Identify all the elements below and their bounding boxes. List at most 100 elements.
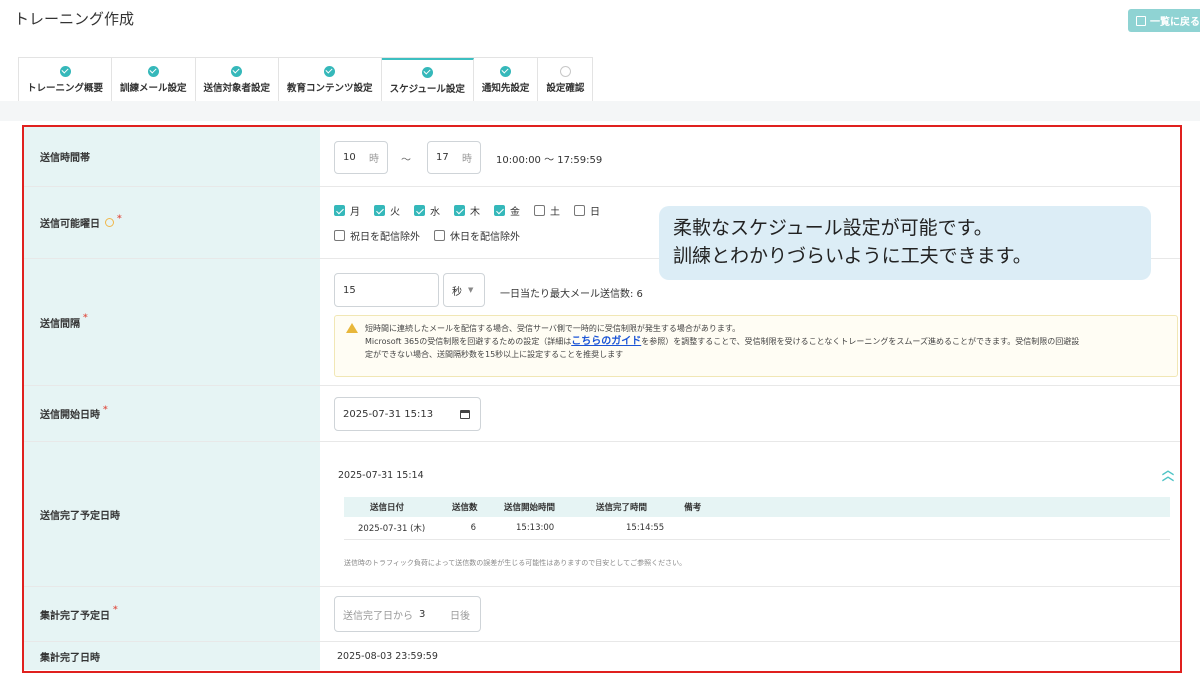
range-tilde: 〜	[401, 155, 411, 166]
aggregate-days-value: 3	[419, 608, 426, 620]
notice-line-1: 短時間に連続したメールを配信する場合、受信サーバ側で一時的に受信制限が発生する場…	[365, 324, 741, 333]
cell-remarks	[674, 517, 1170, 540]
tab-label: スケジュール設定	[389, 83, 465, 95]
start-datetime-value: 2025-07-31 15:13	[343, 408, 434, 420]
start-datetime-input[interactable]: 2025-07-31 15:13	[334, 397, 481, 431]
weekday-thu-checkbox[interactable]: 木	[454, 203, 480, 218]
tab-label: 通知先設定	[481, 82, 530, 94]
tab-label: トレーニング概要	[27, 82, 104, 94]
back-to-list-label: 一覧に戻る	[1150, 17, 1200, 28]
max-per-day-text: 一日当たり最大メール送信数: 6	[500, 289, 643, 300]
interval-unit: 秒	[452, 286, 462, 298]
required-mark: *	[117, 213, 122, 224]
aggregate-days-input[interactable]: 送信完了日から 3 日後	[334, 596, 481, 632]
notice-line-3: 定ができない場合、送間隔秒数を15秒以上に設定することを推奨します	[365, 350, 624, 359]
notice-line-2: Microsoft 365の受信制限を回避するための設定（詳細はこちらのガイドを…	[365, 336, 1080, 347]
interval-value: 15	[343, 284, 356, 296]
collapse-chevron-icon[interactable]: ︿ ︿	[1162, 464, 1174, 482]
complete-schedule-label: 送信完了予定日時	[24, 442, 320, 586]
callout-line-1: 柔軟なスケジュール設定が可能です。	[673, 217, 993, 239]
check-circle-icon	[500, 65, 512, 77]
tab-label: 訓練メール設定	[120, 82, 187, 94]
weekday-wed-checkbox[interactable]: 水	[414, 203, 440, 218]
check-circle-icon	[421, 66, 433, 78]
interval-input[interactable]: 15	[334, 273, 439, 307]
row-aggregate-datetime: 集計完了日時 2025-08-03 23:59:59	[24, 642, 1180, 671]
table-row: 2025-07-31 (木) 6 15:13:00 15:14:55	[344, 517, 1170, 540]
time-window-label: 送信時間帯	[24, 127, 320, 186]
required-mark: *	[103, 404, 108, 415]
check-circle-icon	[59, 65, 71, 77]
start-datetime-label: 送信開始日時 *	[24, 386, 320, 441]
exclusion-checkboxes: 祝日を配信除外 休日を配信除外	[334, 228, 534, 243]
weekday-mon-checkbox[interactable]: 月	[334, 203, 360, 218]
start-hour-input[interactable]: 10 時	[334, 141, 388, 174]
col-start-time: 送信開始時間	[494, 497, 586, 517]
tab-recipients[interactable]: 送信対象者設定	[196, 58, 280, 101]
content-divider	[0, 101, 1200, 121]
time-range-text: 10:00:00 〜 17:59:59	[496, 155, 603, 166]
row-aggregate-days: 集計完了予定日 * 送信完了日から 3 日後	[24, 587, 1180, 642]
check-circle-icon	[147, 65, 159, 77]
tab-label: 教育コンテンツ設定	[287, 82, 373, 94]
guide-link[interactable]: こちらのガイド	[571, 336, 641, 347]
feature-callout: 柔軟なスケジュール設定が可能です。 訓練とわかりづらいように工夫できます。	[659, 206, 1151, 280]
row-time-window: 送信時間帯 10 時 〜 17 時 10:00:00 〜 17:59:59	[24, 127, 1180, 187]
interval-label: 送信間隔 *	[24, 259, 320, 385]
tab-notification[interactable]: 通知先設定	[474, 58, 539, 101]
hour-unit: 時	[462, 154, 472, 165]
row-complete-schedule: 送信完了予定日時 2025-07-31 15:14 送信日付 送信数 送信開始時…	[24, 442, 1180, 587]
aggregate-suffix: 日後	[450, 610, 470, 622]
col-end-time: 送信完了時間	[586, 497, 675, 517]
end-hour-value: 17	[436, 152, 449, 163]
list-icon	[1136, 15, 1146, 26]
weekday-fri-checkbox[interactable]: 金	[494, 203, 520, 218]
tab-label: 設定確認	[546, 82, 585, 94]
col-send-date: 送信日付	[344, 497, 442, 517]
cell-start-time: 15:13:00	[494, 517, 586, 540]
cell-send-date: 2025-07-31 (木)	[344, 517, 442, 540]
cell-end-time: 15:14:55	[586, 517, 675, 540]
weekday-checkboxes: 月 火 水 木 金 土 日	[334, 203, 614, 218]
interval-notice: 短時間に連続したメールを配信する場合、受信サーバ側で一時的に受信制限が発生する場…	[334, 315, 1178, 377]
exclude-holidays-checkbox[interactable]: 祝日を配信除外	[334, 228, 420, 243]
col-remarks: 備考	[674, 497, 1170, 517]
callout-line-2: 訓練とわかりづらいように工夫できます。	[673, 245, 1032, 267]
tab-schedule[interactable]: スケジュール設定	[381, 58, 474, 101]
aggregate-days-label: 集計完了予定日 *	[24, 587, 320, 641]
interval-unit-select[interactable]: 秒 ▼	[443, 273, 485, 307]
exclude-days-off-checkbox[interactable]: 休日を配信除外	[434, 228, 520, 243]
row-start-datetime: 送信開始日時 * 2025-07-31 15:13	[24, 386, 1180, 442]
tab-training-overview[interactable]: トレーニング概要	[19, 58, 113, 101]
tab-training-mail[interactable]: 訓練メール設定	[112, 58, 196, 101]
empty-circle-icon	[559, 65, 571, 77]
schedule-note: 送信時のトラフィック負荷によって送信数の誤差が生じる可能性はありますので目安とし…	[344, 559, 687, 567]
start-hour-value: 10	[343, 152, 356, 163]
aggregate-prefix: 送信完了日から	[343, 610, 413, 622]
required-mark: *	[83, 313, 88, 323]
hour-unit: 時	[369, 154, 379, 165]
step-tabs: トレーニング概要 訓練メール設定 送信対象者設定 教育コンテンツ設定 スケジュー…	[18, 57, 594, 101]
calendar-icon[interactable]	[460, 409, 470, 419]
aggregate-datetime-label: 集計完了日時	[24, 642, 320, 670]
check-circle-icon	[231, 65, 243, 77]
page-title: トレーニング作成	[14, 10, 135, 28]
help-icon[interactable]	[105, 218, 114, 227]
back-to-list-button[interactable]: 一覧に戻る	[1128, 9, 1200, 32]
required-mark: *	[113, 605, 118, 615]
tab-education-content[interactable]: 教育コンテンツ設定	[279, 58, 382, 101]
caret-down-icon: ▼	[468, 286, 474, 294]
tab-confirm[interactable]: 設定確認	[538, 58, 592, 101]
aggregate-datetime-value: 2025-08-03 23:59:59	[337, 651, 438, 662]
end-hour-input[interactable]: 17 時	[427, 141, 481, 174]
weekday-sat-checkbox[interactable]: 土	[534, 203, 560, 218]
warning-icon	[346, 323, 358, 333]
col-send-count: 送信数	[442, 497, 494, 517]
tab-label: 送信対象者設定	[203, 82, 271, 94]
weekday-sun-checkbox[interactable]: 日	[574, 203, 600, 218]
cell-send-count: 6	[442, 517, 494, 540]
table-header-row: 送信日付 送信数 送信開始時間 送信完了時間 備考	[344, 497, 1170, 517]
weekdays-label: 送信可能曜日 *	[24, 187, 320, 258]
schedule-table: 送信日付 送信数 送信開始時間 送信完了時間 備考 2025-07-31 (木)…	[344, 497, 1170, 540]
weekday-tue-checkbox[interactable]: 火	[374, 203, 400, 218]
